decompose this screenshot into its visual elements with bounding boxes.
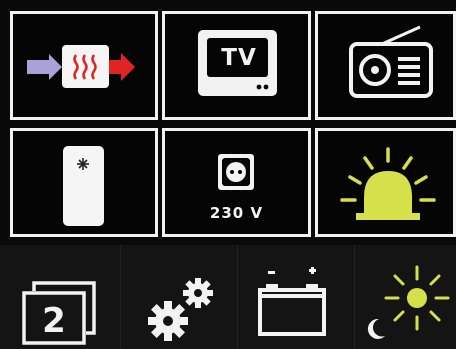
radio-tile[interactable]	[315, 11, 456, 120]
sun-moon-icon	[367, 265, 450, 339]
light-tile[interactable]	[315, 128, 456, 237]
battery-button[interactable]	[238, 245, 355, 349]
tv-label: TV	[221, 45, 257, 71]
device-grid: TV 230 V	[0, 0, 456, 245]
day-night-button[interactable]	[355, 245, 456, 349]
radio-icon	[349, 25, 433, 98]
heater-tile[interactable]	[10, 11, 158, 120]
settings-button[interactable]	[121, 245, 238, 349]
tv-tile[interactable]: TV	[162, 11, 311, 120]
page-number: 2	[42, 301, 66, 341]
socket-tile[interactable]: 230 V	[162, 128, 311, 237]
page-switch-button[interactable]: 2	[0, 245, 121, 349]
fridge-icon	[63, 146, 104, 226]
battery-icon	[258, 267, 326, 336]
bottom-toolbar: 2	[0, 245, 456, 349]
gears-icon	[148, 278, 213, 341]
fridge-tile[interactable]	[10, 128, 158, 237]
warning-light-icon	[340, 147, 436, 220]
heater-icon	[27, 45, 135, 88]
control-panel-screen: TV 230 V 2	[0, 0, 456, 349]
voltage-label: 230 V	[209, 204, 264, 222]
